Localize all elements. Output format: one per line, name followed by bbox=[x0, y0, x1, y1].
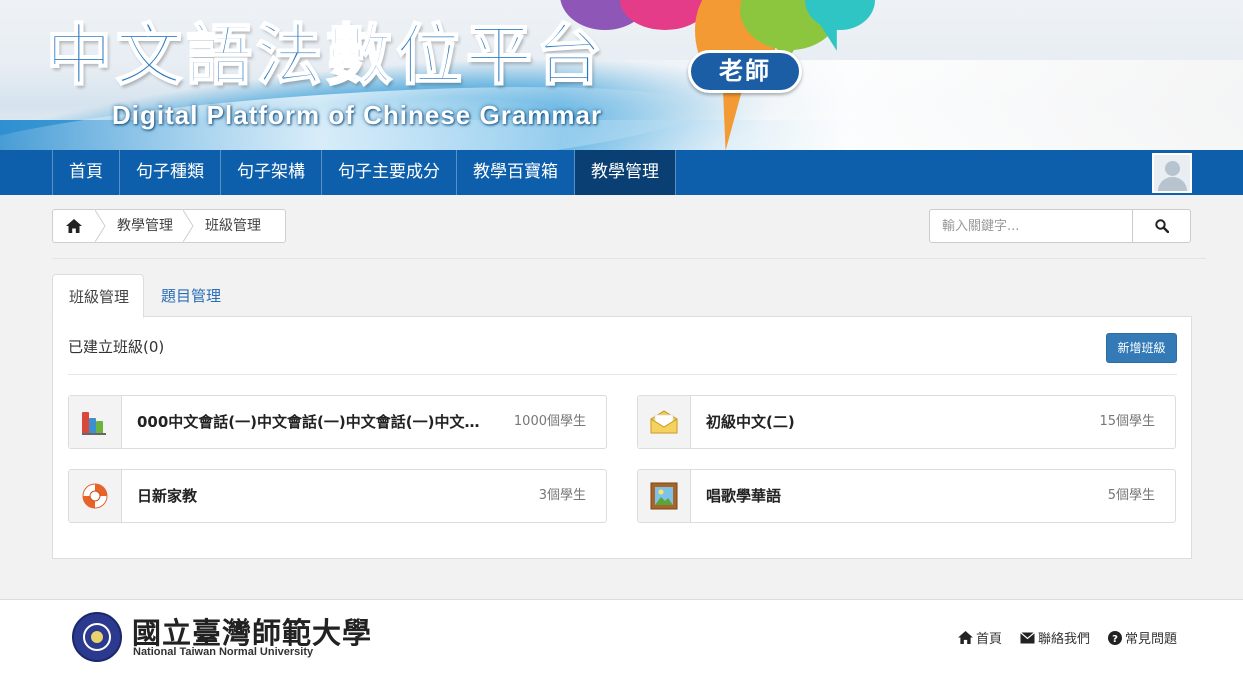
avatar-head bbox=[1165, 161, 1180, 176]
search-button[interactable] bbox=[1132, 209, 1191, 243]
university-seal-logo bbox=[72, 612, 122, 662]
class-icon-box bbox=[638, 470, 691, 522]
user-avatar-icon[interactable] bbox=[1152, 153, 1192, 193]
footer-link-label: 常見問題 bbox=[1124, 632, 1177, 647]
class-name: 日新家教 bbox=[137, 487, 198, 505]
university-name-en: National Taiwan Normal University bbox=[133, 646, 314, 658]
class-icon-box bbox=[638, 396, 691, 448]
tab-class-management[interactable]: 班級管理 bbox=[52, 274, 144, 318]
search-icon bbox=[1154, 219, 1169, 233]
class-icon-box bbox=[69, 396, 122, 448]
tab-question-management[interactable]: 題目管理 bbox=[145, 274, 237, 318]
footer-link-label: 首頁 bbox=[975, 632, 1002, 647]
class-student-count: 1000個學生 bbox=[513, 414, 586, 429]
class-name: 唱歌學華語 bbox=[706, 487, 782, 505]
nav-item-sentence-types[interactable]: 句子種類 bbox=[119, 150, 220, 195]
search-box bbox=[929, 209, 1191, 243]
site-subtitle: Digital Platform of Chinese Grammar bbox=[112, 100, 603, 130]
seal-core bbox=[91, 631, 103, 643]
nav-list: 首頁 句子種類 句子架構 句子主要成分 教學百寶箱 教學管理 bbox=[52, 150, 676, 195]
breadcrumb-separator bbox=[183, 210, 195, 242]
mail-icon bbox=[1020, 631, 1035, 643]
nav-item-sentence-structure[interactable]: 句子架構 bbox=[220, 150, 321, 195]
nav-item-home[interactable]: 首頁 bbox=[52, 150, 119, 195]
class-card[interactable]: 000中文會話(一)中文會話(一)中文會話(一)中文會... 1000個學生 bbox=[68, 395, 607, 449]
home-icon bbox=[958, 631, 973, 644]
class-card[interactable]: 日新家教 3個學生 bbox=[68, 469, 607, 523]
nav-item-sentence-components[interactable]: 句子主要成分 bbox=[321, 150, 456, 195]
add-class-button[interactable]: 新增班級 bbox=[1106, 333, 1177, 363]
class-name: 初級中文(二) bbox=[706, 413, 795, 431]
section-divider bbox=[52, 258, 1206, 259]
footer-links: 首頁 聯絡我們 ? 常見問題 bbox=[958, 628, 1177, 647]
class-icon-box bbox=[69, 470, 122, 522]
class-student-count: 5個學生 bbox=[1107, 488, 1155, 503]
envelope-icon bbox=[650, 410, 678, 434]
footer-link-contact[interactable]: 聯絡我們 bbox=[1020, 628, 1090, 647]
class-name: 000中文會話(一)中文會話(一)中文會話(一)中文會... bbox=[137, 413, 482, 431]
footer-link-faq[interactable]: ? 常見問題 bbox=[1107, 628, 1177, 647]
breadcrumb: 教學管理 班級管理 bbox=[52, 209, 286, 243]
breadcrumb-separator bbox=[95, 210, 107, 242]
class-card[interactable]: 初級中文(二) 15個學生 bbox=[637, 395, 1176, 449]
breadcrumb-home[interactable] bbox=[53, 210, 95, 242]
nav-item-teaching-toolbox[interactable]: 教學百寶箱 bbox=[456, 150, 574, 195]
role-badge: 老師 bbox=[688, 50, 802, 93]
main-nav: 首頁 句子種類 句子架構 句子主要成分 教學百寶箱 教學管理 bbox=[0, 150, 1243, 195]
footer-link-home[interactable]: 首頁 bbox=[958, 628, 1002, 647]
question-icon: ? bbox=[1107, 630, 1122, 645]
footer: 國立臺灣師範大學 National Taiwan Normal Universi… bbox=[0, 599, 1243, 692]
banner-highlight bbox=[560, 60, 1243, 150]
class-card[interactable]: 唱歌學華語 5個學生 bbox=[637, 469, 1176, 523]
panel-title: 已建立班級(0) bbox=[68, 338, 165, 356]
class-student-count: 3個學生 bbox=[538, 488, 586, 503]
breadcrumb-item-class-management: 班級管理 bbox=[205, 218, 261, 234]
footer-link-label: 聯絡我們 bbox=[1037, 632, 1090, 647]
avatar-body bbox=[1158, 177, 1187, 191]
panel-divider bbox=[68, 374, 1177, 375]
search-input[interactable] bbox=[929, 209, 1133, 243]
breadcrumb-item-teaching-management[interactable]: 教學管理 bbox=[107, 210, 183, 242]
home-icon bbox=[66, 219, 82, 233]
class-panel: 已建立班級(0) 新增班級 000中文會話(一)中文會話(一)中文會話(一)中文… bbox=[52, 316, 1192, 559]
bar-chart-icon bbox=[82, 412, 106, 435]
class-student-count: 15個學生 bbox=[1099, 414, 1155, 429]
nav-item-teaching-management[interactable]: 教學管理 bbox=[574, 150, 676, 195]
header-banner: 中文語法數位平台 Digital Platform of Chinese Gra… bbox=[0, 0, 1243, 150]
site-title: 中文語法數位平台 bbox=[45, 16, 606, 95]
lifebuoy-icon bbox=[82, 483, 108, 509]
svg-text:?: ? bbox=[1112, 634, 1118, 645]
picture-frame-icon bbox=[650, 482, 678, 510]
